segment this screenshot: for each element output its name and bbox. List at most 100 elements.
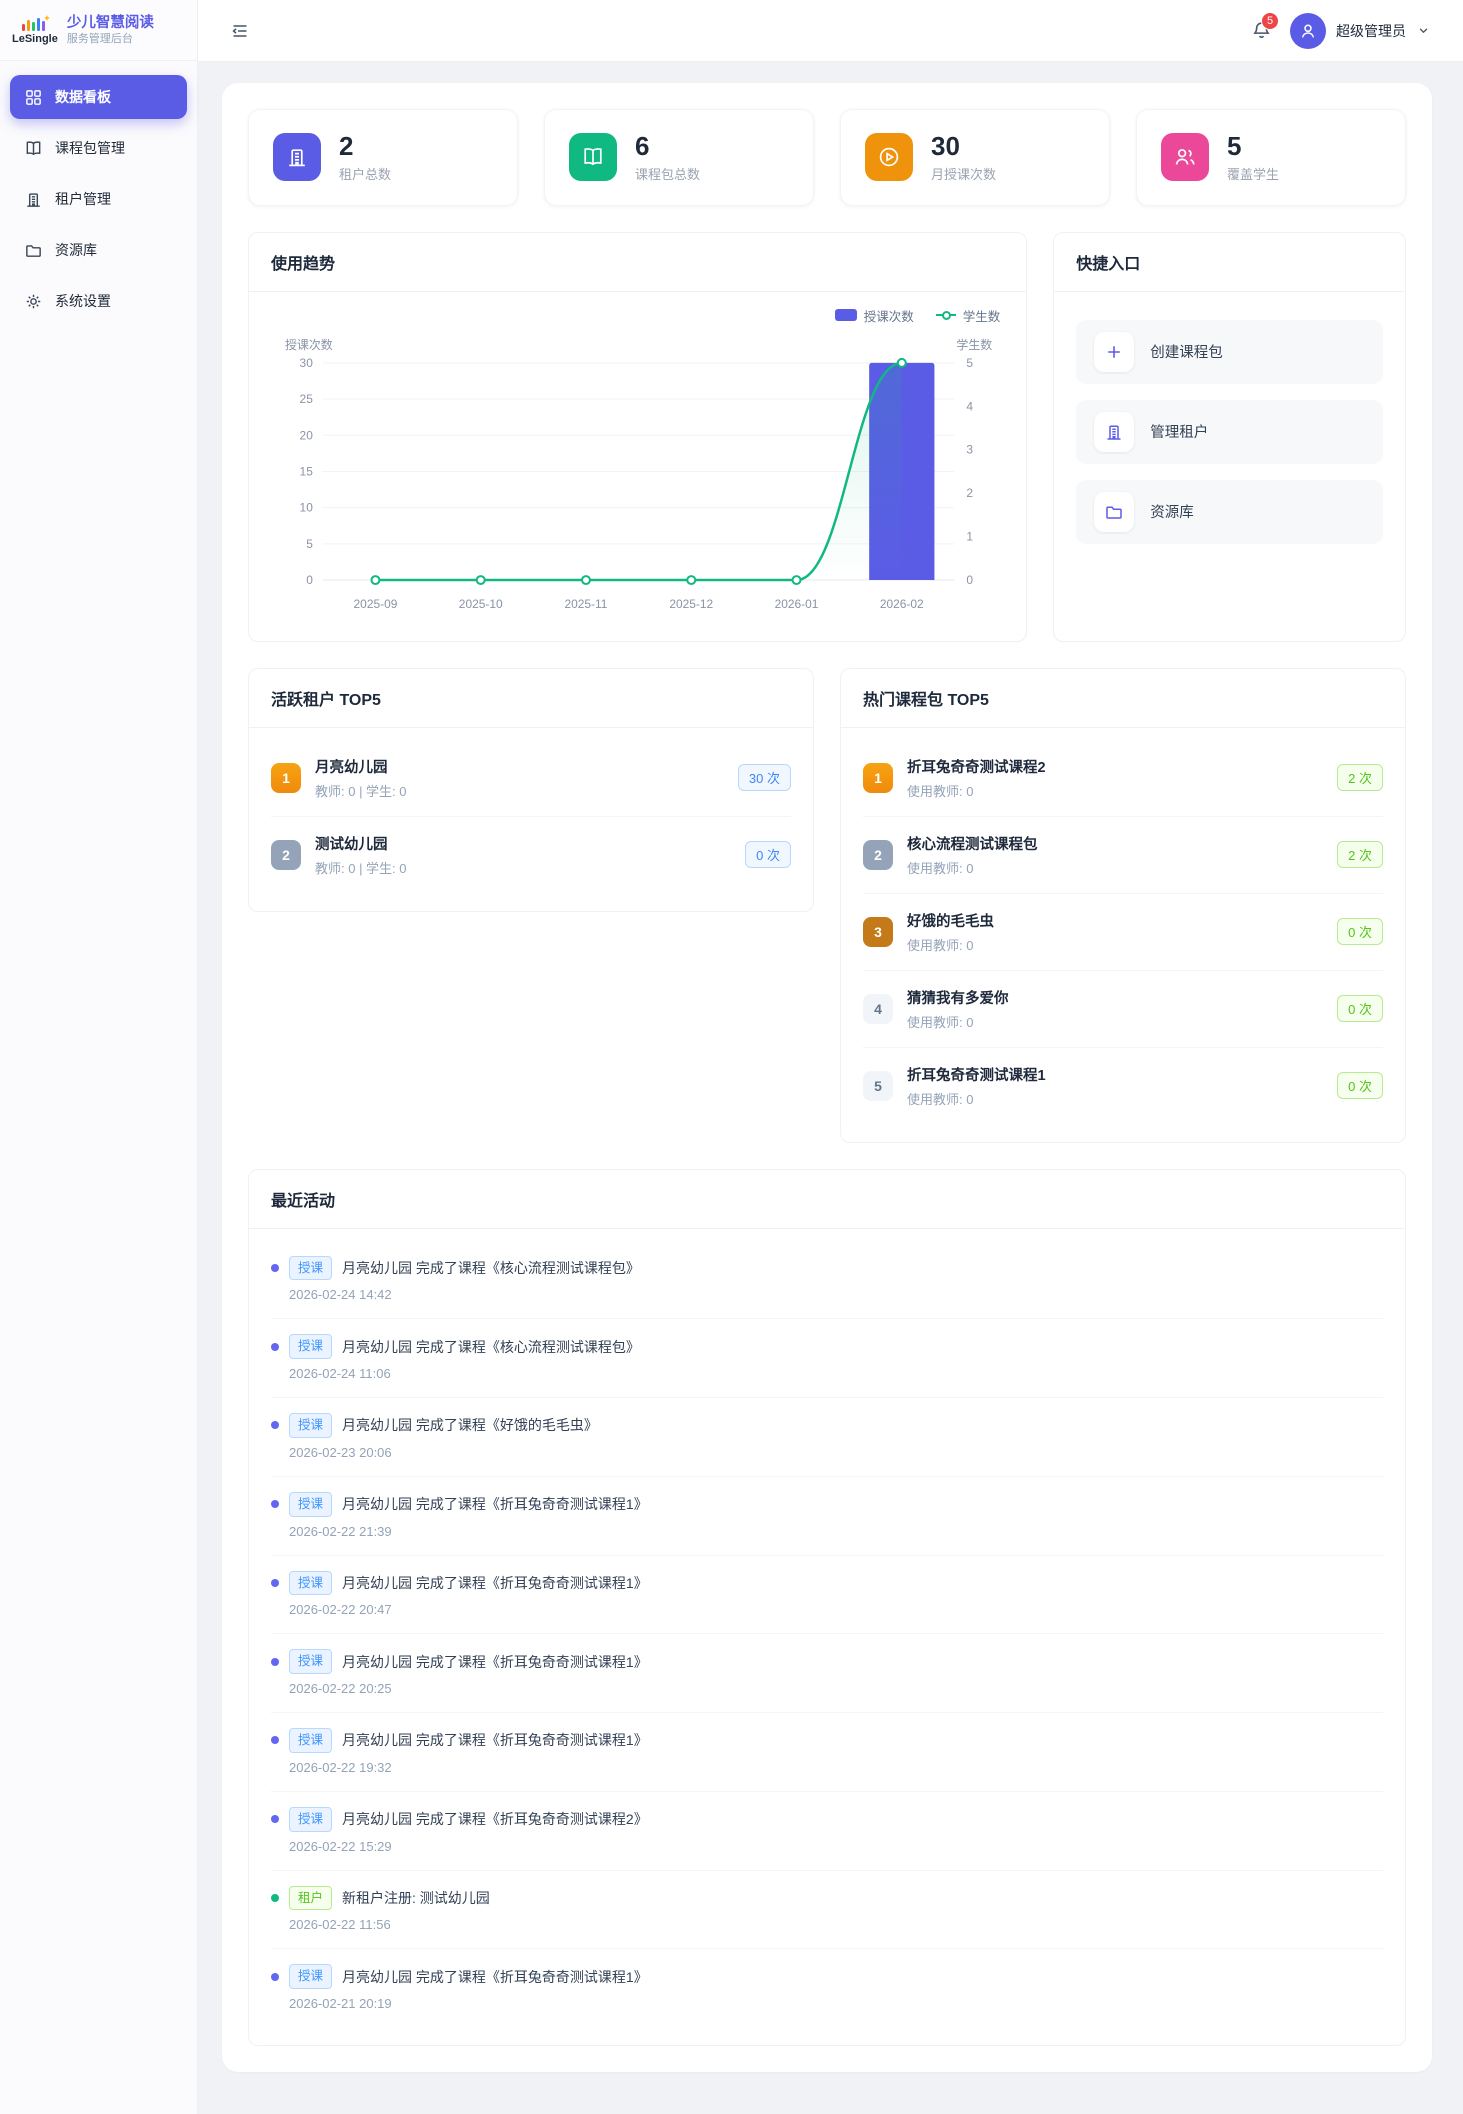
rank-badge: 2 (271, 839, 301, 870)
sidebar-item-label: 租户管理 (55, 191, 111, 207)
tenant-meta: 教师: 0 | 学生: 0 (315, 860, 407, 876)
usage-count-badge: 0 次 (1337, 995, 1383, 1022)
sidebar-menu: 数据看板 课程包管理 租户管理 资源库 系统设置 (0, 61, 197, 344)
package-name: 核心流程测试课程包 (907, 836, 1038, 853)
stat-card-tenants: 2 租户总数 (248, 109, 518, 206)
legend-label: 学生数 (962, 309, 1001, 324)
menu-fold-icon[interactable] (230, 21, 250, 41)
activity-dot (271, 1421, 279, 1430)
svg-text:2025-09: 2025-09 (354, 597, 398, 611)
legend-label: 授课次数 (863, 309, 914, 324)
recent-activities-panel: 最近活动 授课 月亮幼儿园 完成了课程《核心流程测试课程包》 2026-02-2… (248, 1168, 1406, 2046)
avatar (1290, 12, 1326, 49)
activity-item: 授课 月亮幼儿园 完成了课程《折耳兔奇奇测试课程1》 2026-02-22 20… (271, 1634, 1383, 1713)
activity-text: 月亮幼儿园 完成了课程《折耳兔奇奇测试课程1》 (342, 1968, 648, 1985)
quick-item-manage-tenants[interactable]: 管理租户 (1076, 399, 1383, 464)
sidebar-item-resources[interactable]: 资源库 (10, 228, 187, 272)
activity-text: 月亮幼儿园 完成了课程《折耳兔奇奇测试课程1》 (342, 1574, 648, 1591)
activity-time: 2026-02-22 20:25 (289, 1681, 392, 1696)
activity-dot (271, 1500, 279, 1509)
active-tenants-panel: 活跃租户 TOP5 1 月亮幼儿园 教师: 0 | 学生: 0 30 次 2 测… (248, 667, 814, 912)
usage-chart: 0 5 10 15 20 25 30 0 1 2 3 4 5 2025-09 2025-10 2025-11 2… (249, 325, 1026, 641)
activity-time: 2026-02-22 15:29 (289, 1838, 392, 1854)
quick-item-create-package[interactable]: 创建课程包 (1076, 319, 1383, 384)
panel-title: 活跃租户 TOP5 (249, 669, 813, 728)
activity-text: 月亮幼儿园 完成了课程《折耳兔奇奇测试课程1》 (342, 1653, 648, 1670)
gear-icon (24, 292, 43, 311)
sidebar-item-label: 资源库 (55, 242, 97, 258)
chart-legend: 授课次数 学生数 (249, 292, 1026, 325)
activity-tag: 授课 (289, 1491, 333, 1517)
package-meta: 使用教师: 0 (907, 1014, 974, 1030)
activity-item: 租户 新租户注册: 测试幼儿园 2026-02-22 11:56 (271, 1871, 1383, 1950)
svg-text:4: 4 (966, 399, 973, 413)
stat-value: 5 (1227, 131, 1242, 161)
activity-dot (271, 1578, 279, 1587)
package-meta: 使用教师: 0 (907, 937, 974, 953)
activity-item: 授课 月亮幼儿园 完成了课程《折耳兔奇奇测试课程1》 2026-02-21 20… (271, 1949, 1383, 2027)
quick-item-label: 管理租户 (1150, 425, 1209, 442)
activity-text: 月亮幼儿园 完成了课程《核心流程测试课程包》 (342, 1259, 640, 1276)
sidebar-item-course-packages[interactable]: 课程包管理 (10, 126, 187, 170)
activity-dot (271, 1736, 279, 1745)
svg-text:2: 2 (966, 486, 973, 500)
brand: LeSingle 少儿智慧阅读 服务管理后台 (0, 0, 197, 61)
usage-count-badge: 0 次 (1337, 1072, 1383, 1099)
sidebar-item-dashboard[interactable]: 数据看板 (10, 75, 187, 119)
svg-text:0: 0 (306, 573, 313, 587)
legend-item-lessons[interactable]: 授课次数 (834, 306, 914, 325)
activity-tag: 授课 (289, 1255, 333, 1281)
package-row: 3 好饿的毛毛虫 使用教师: 0 0 次 (863, 894, 1383, 971)
stat-card-packages: 6 课程包总数 (544, 109, 814, 206)
usage-count-badge: 2 次 (1337, 764, 1383, 791)
sidebar-item-tenants[interactable]: 租户管理 (10, 177, 187, 221)
package-row: 4 猜猜我有多爱你 使用教师: 0 0 次 (863, 971, 1383, 1048)
package-row: 5 折耳兔奇奇测试课程1 使用教师: 0 0 次 (863, 1048, 1383, 1124)
rank-badge: 3 (863, 916, 893, 947)
activity-time: 2026-02-23 20:06 (289, 1444, 392, 1460)
activity-tag: 授课 (289, 1413, 333, 1438)
activity-text: 月亮幼儿园 完成了课程《折耳兔奇奇测试课程2》 (342, 1811, 648, 1828)
rank-badge: 4 (863, 993, 893, 1024)
activity-time: 2026-02-22 20:47 (289, 1602, 392, 1618)
folder-icon (24, 241, 43, 260)
svg-text:2025-10: 2025-10 (459, 597, 503, 611)
quick-entry-panel: 快捷入口 创建课程包 管理租户 资源库 (1053, 231, 1406, 642)
activity-time: 2026-02-22 11:56 (289, 1917, 391, 1933)
svg-text:15: 15 (300, 464, 314, 478)
rank-badge: 1 (271, 762, 301, 793)
folder-icon (1094, 491, 1135, 532)
legend-item-students[interactable]: 学生数 (935, 306, 1001, 325)
activity-item: 授课 月亮幼儿园 完成了课程《折耳兔奇奇测试课程1》 2026-02-22 21… (271, 1477, 1383, 1556)
activity-time: 2026-02-21 20:19 (289, 1996, 392, 2011)
activity-item: 授课 月亮幼儿园 完成了课程《核心流程测试课程包》 2026-02-24 11:… (271, 1319, 1383, 1398)
package-row: 1 折耳兔奇奇测试课程2 使用教师: 0 2 次 (863, 740, 1383, 817)
open-book-icon (569, 133, 617, 182)
activity-text: 月亮幼儿园 完成了课程《折耳兔奇奇测试课程1》 (342, 1496, 648, 1513)
activity-dot (271, 1893, 279, 1902)
svg-text:3: 3 (966, 442, 973, 456)
building-icon (24, 190, 43, 209)
activity-time: 2026-02-22 21:39 (289, 1523, 392, 1539)
quick-item-resources[interactable]: 资源库 (1076, 479, 1383, 544)
activity-tag: 授课 (289, 1806, 333, 1832)
package-meta: 使用教师: 0 (907, 860, 974, 876)
quick-item-label: 创建课程包 (1150, 345, 1223, 362)
tenant-name: 月亮幼儿园 (315, 759, 388, 776)
stat-label: 课程包总数 (635, 166, 701, 182)
plus-icon (1094, 331, 1135, 372)
panel-title: 热门课程包 TOP5 (841, 669, 1405, 728)
tenant-row: 1 月亮幼儿园 教师: 0 | 学生: 0 30 次 (271, 740, 791, 817)
panel-title: 快捷入口 (1054, 233, 1405, 292)
activity-tag: 租户 (289, 1885, 333, 1911)
activity-dot (271, 1263, 279, 1272)
activity-item: 授课 月亮幼儿园 完成了课程《折耳兔奇奇测试课程2》 2026-02-22 15… (271, 1792, 1383, 1871)
tenant-row: 2 测试幼儿园 教师: 0 | 学生: 0 0 次 (271, 817, 791, 893)
svg-text:25: 25 (300, 392, 314, 406)
svg-text:学生数: 学生数 (956, 337, 992, 352)
notification-bell[interactable]: 5 (1251, 12, 1279, 41)
user-menu[interactable]: 超级管理员 (1290, 12, 1431, 49)
sidebar-item-settings[interactable]: 系统设置 (10, 279, 187, 323)
activity-text: 月亮幼儿园 完成了课程《折耳兔奇奇测试课程1》 (342, 1732, 648, 1749)
activity-tag: 授课 (289, 1570, 333, 1596)
